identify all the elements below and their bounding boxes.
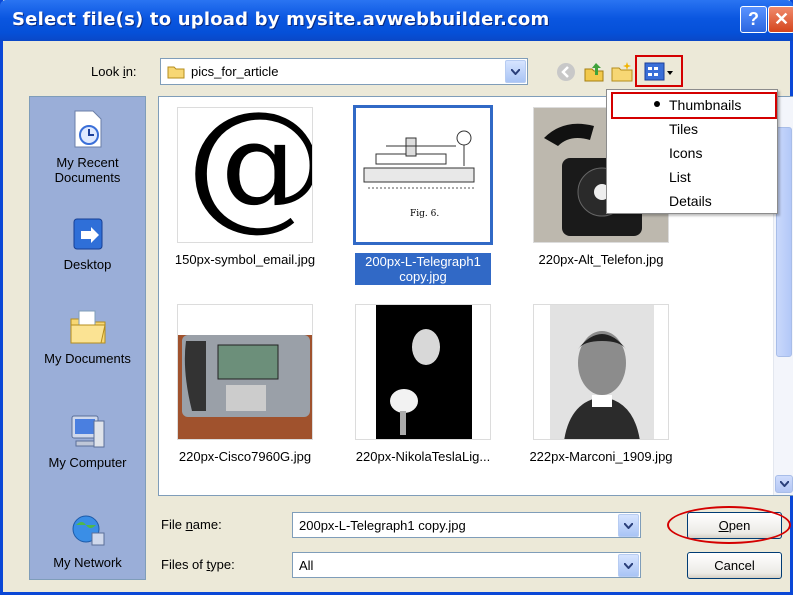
- filename-input[interactable]: 200px-L-Telegraph1 copy.jpg: [292, 512, 641, 538]
- place-my-documents[interactable]: My Documents: [30, 307, 145, 366]
- menu-item-tiles[interactable]: Tiles: [669, 121, 698, 137]
- views-dropdown-menu: Thumbnails Tiles Icons List Details: [606, 89, 778, 214]
- chevron-down-icon[interactable]: [505, 60, 526, 83]
- my-network-icon: [72, 515, 104, 546]
- thumbnail-marconi: [533, 304, 669, 440]
- close-button[interactable]: ✕: [768, 6, 793, 33]
- file-label: 150px-symbol_email.jpg: [174, 252, 316, 267]
- lookin-value: pics_for_article: [191, 64, 279, 79]
- place-my-network[interactable]: My Network: [30, 511, 145, 570]
- views-icon: [644, 62, 673, 81]
- folder-icon: [167, 66, 185, 79]
- lookin-label: Look in:: [91, 64, 137, 79]
- recent-documents-icon: [74, 110, 101, 148]
- marconi-image: [550, 305, 654, 439]
- file-label: 220px-Cisco7960G.jpg: [178, 449, 312, 464]
- place-my-computer[interactable]: My Computer: [30, 413, 145, 470]
- menu-item-icons[interactable]: Icons: [669, 145, 702, 161]
- views-menu-button[interactable]: [635, 55, 683, 87]
- filetype-select[interactable]: All: [292, 552, 641, 578]
- telegraph-image: Fig. 6.: [363, 130, 476, 219]
- file-label: 200px-L-Telegraph1 copy.jpg: [355, 253, 491, 285]
- places-bar: My Recent Documents Desktop My Documents: [29, 96, 146, 580]
- chevron-down-icon[interactable]: [618, 554, 639, 577]
- scroll-down-icon[interactable]: [775, 475, 793, 493]
- file-label: 220px-NikolaTeslaLig...: [355, 449, 491, 464]
- scrollbar-thumb[interactable]: [776, 127, 792, 357]
- file-item[interactable]: @ 150px-symbol_email.jpg: [159, 107, 331, 268]
- thumbnail-cisco-phone: [177, 304, 313, 440]
- file-item-selected[interactable]: Fig. 6. 200px-L-Telegraph1 copy.jpg: [337, 105, 509, 285]
- place-recent-documents[interactable]: My Recent Documents: [30, 107, 145, 185]
- desktop-icon: [73, 218, 102, 250]
- cancel-button[interactable]: Cancel: [687, 552, 782, 579]
- thumbnail-email-symbol: @: [177, 107, 313, 243]
- filename-value: 200px-L-Telegraph1 copy.jpg: [299, 518, 466, 533]
- thumbnail-tesla: [355, 304, 491, 440]
- file-label: 220px-Alt_Telefon.jpg: [538, 252, 664, 267]
- menu-item-thumbnails[interactable]: Thumbnails: [669, 97, 741, 113]
- filetype-value: All: [299, 558, 314, 573]
- filetype-label: Files of type:: [161, 557, 235, 572]
- cisco-phone-image: [178, 305, 312, 439]
- my-computer-icon: [71, 415, 104, 448]
- tesla-image: [376, 305, 472, 439]
- selected-bullet-icon: [654, 101, 660, 107]
- svg-text:Fig. 6.: Fig. 6.: [410, 209, 439, 219]
- window-title: Select file(s) to upload by mysite.avweb…: [12, 9, 550, 30]
- thumbnail-telegraph: Fig. 6.: [353, 105, 493, 245]
- filename-label: File name:: [161, 517, 222, 532]
- help-button[interactable]: ?: [740, 6, 767, 33]
- lookin-combo[interactable]: pics_for_article: [160, 58, 528, 85]
- open-button-highlight: [667, 506, 791, 544]
- my-documents-icon: [70, 310, 106, 344]
- file-item[interactable]: 220px-Cisco7960G.jpg: [159, 304, 331, 465]
- file-upload-dialog: Select file(s) to upload by mysite.avweb…: [0, 0, 793, 595]
- file-label: 222px-Marconi_1909.jpg: [529, 449, 673, 464]
- chevron-down-icon[interactable]: [618, 514, 639, 537]
- up-folder-icon[interactable]: [582, 60, 606, 84]
- file-item[interactable]: 220px-NikolaTeslaLig...: [337, 304, 509, 465]
- place-desktop[interactable]: Desktop: [30, 215, 145, 272]
- new-folder-icon[interactable]: [610, 60, 634, 84]
- menu-item-details[interactable]: Details: [669, 193, 712, 209]
- title-bar[interactable]: Select file(s) to upload by mysite.avweb…: [0, 0, 793, 41]
- back-icon[interactable]: [554, 60, 578, 84]
- file-item[interactable]: 222px-Marconi_1909.jpg: [515, 304, 687, 465]
- menu-item-list[interactable]: List: [669, 169, 691, 185]
